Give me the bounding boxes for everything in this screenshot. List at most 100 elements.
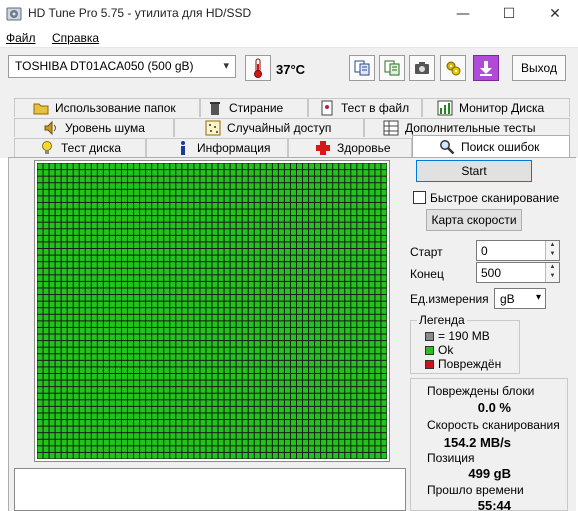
disk-block <box>272 387 278 393</box>
disk-block <box>296 170 303 176</box>
disk-block <box>260 360 266 367</box>
disk-block <box>188 229 194 235</box>
tab-noise-level[interactable]: Уровень шума <box>14 118 174 137</box>
tab-health[interactable]: Здоровье <box>288 138 412 157</box>
screenshot-button[interactable] <box>409 55 435 81</box>
disk-block <box>206 321 212 327</box>
disk-block <box>206 216 212 222</box>
disk-block <box>176 452 182 459</box>
disk-block <box>200 380 206 387</box>
save-button[interactable] <box>473 55 499 81</box>
disk-block <box>230 452 236 459</box>
disk-block <box>200 341 206 347</box>
disk-block <box>176 235 182 242</box>
disk-block <box>109 426 115 433</box>
disk-block <box>61 255 67 262</box>
disk-block <box>242 189 248 196</box>
disk-block <box>309 255 315 262</box>
disk-block <box>109 189 115 196</box>
start-button[interactable]: Start <box>416 160 532 182</box>
maximize-button[interactable]: ☐ <box>486 0 532 28</box>
speed-map-button[interactable]: Карта скорости <box>426 209 522 231</box>
copy-info-button[interactable] <box>379 55 405 81</box>
disk-block <box>200 170 206 176</box>
disk-block <box>91 321 97 327</box>
copy-button[interactable] <box>349 55 375 81</box>
disk-block <box>357 308 363 314</box>
menu-file[interactable]: Файл <box>6 31 36 45</box>
disk-block <box>43 242 49 249</box>
close-button[interactable]: ✕ <box>532 0 578 28</box>
disk-block <box>164 275 170 281</box>
disk-block <box>85 288 91 295</box>
disk-block <box>296 413 303 420</box>
unit-select[interactable]: gB ▾ <box>494 288 546 309</box>
tab-random-access[interactable]: Случайный доступ <box>174 118 364 137</box>
disk-block <box>260 334 266 341</box>
disk-block <box>206 433 212 439</box>
disk-block <box>236 321 242 327</box>
disk-block <box>140 170 146 176</box>
tab-file-benchmark[interactable]: Тест в файл <box>308 98 422 117</box>
minimize-button[interactable]: — <box>440 0 486 28</box>
drive-select[interactable]: TOSHIBA DT01ACA050 (500 gB) ▾ <box>8 55 236 78</box>
disk-block <box>55 439 61 446</box>
disk-block <box>315 189 321 196</box>
disk-block <box>97 255 103 262</box>
tab-folder-usage[interactable]: Использование папок <box>14 98 200 117</box>
disk-block <box>121 367 128 373</box>
disk-block <box>351 255 357 262</box>
disk-block <box>218 452 224 459</box>
disk-block <box>200 387 206 393</box>
disk-block <box>284 360 290 367</box>
tab-disk-monitor[interactable]: Монитор Диска <box>422 98 570 117</box>
disk-block <box>176 360 182 367</box>
disk-block <box>188 255 194 262</box>
options-button[interactable] <box>440 55 466 81</box>
tab-error-scan[interactable]: Поиск ошибок <box>412 135 570 157</box>
disk-block <box>369 413 375 420</box>
exit-button[interactable]: Выход <box>512 55 566 81</box>
disk-block <box>260 176 266 183</box>
disk-block <box>73 189 79 196</box>
disk-block <box>140 301 146 308</box>
menu-help[interactable]: Справка <box>52 31 99 45</box>
tab-benchmark[interactable]: Тест диска <box>14 138 146 157</box>
disk-block <box>266 400 272 406</box>
health-cross-icon <box>316 141 330 155</box>
disk-block <box>140 446 146 452</box>
disk-block <box>121 249 128 255</box>
disk-block <box>158 452 164 459</box>
disk-block <box>140 202 146 209</box>
disk-block <box>128 235 134 242</box>
disk-block <box>315 242 321 249</box>
disk-block <box>55 380 61 387</box>
disk-block <box>103 301 109 308</box>
window-title: HD Tune Pro 5.75 - утилита для HD/SSD <box>28 6 252 20</box>
end-field[interactable]: 500 ▲ ▼ <box>476 262 560 283</box>
tab-info[interactable]: Информация <box>146 138 288 157</box>
disk-block <box>170 347 176 354</box>
disk-block <box>73 229 79 235</box>
quick-scan-checkbox[interactable] <box>413 191 426 204</box>
end-spinner[interactable]: ▲ ▼ <box>545 263 559 282</box>
disk-block <box>351 433 357 439</box>
disk-block <box>115 341 121 347</box>
disk-block <box>375 413 381 420</box>
disk-block <box>333 387 339 393</box>
tab-erase[interactable]: Стирание <box>200 98 308 117</box>
disk-block <box>73 452 79 459</box>
menu-bar: Файл Справка <box>0 28 578 48</box>
disk-block <box>284 393 290 400</box>
disk-block <box>236 354 242 360</box>
disk-block <box>296 433 303 439</box>
disk-block <box>369 202 375 209</box>
disk-block <box>158 413 164 420</box>
disk-block <box>73 308 79 314</box>
start-spinner[interactable]: ▲ ▼ <box>545 241 559 260</box>
start-field[interactable]: 0 ▲ ▼ <box>476 240 560 261</box>
disk-block <box>140 426 146 433</box>
disk-block <box>146 301 152 308</box>
disk-block <box>290 367 296 373</box>
disk-block <box>140 334 146 341</box>
